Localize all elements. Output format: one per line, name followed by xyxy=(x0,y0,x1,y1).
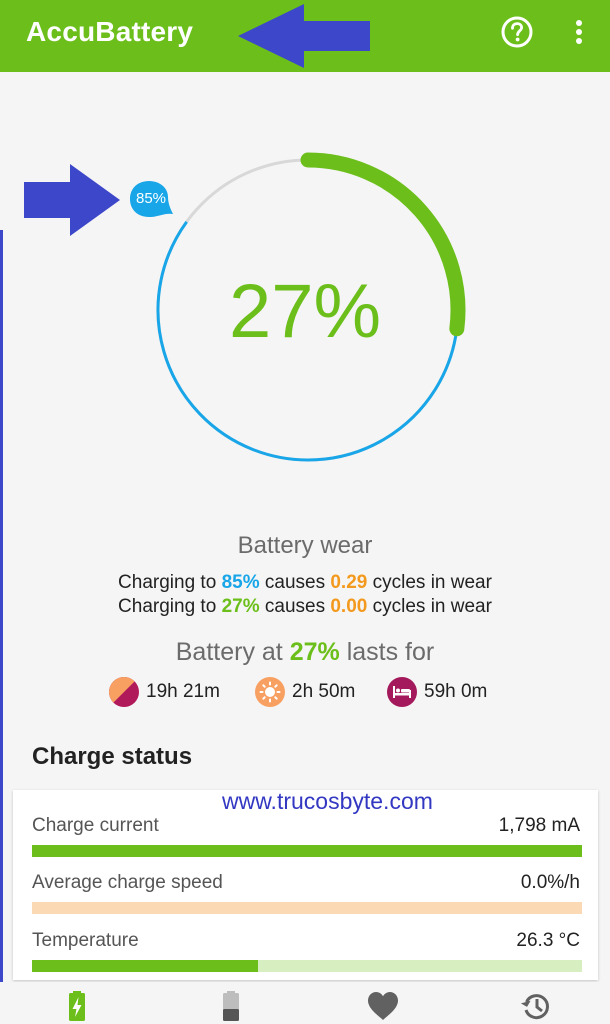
average-charge-speed-value: 0.0%/h xyxy=(520,872,580,893)
help-circle-icon[interactable] xyxy=(500,15,534,49)
battery-lasts-title: Battery at 27% lasts for xyxy=(175,638,435,666)
charge-current-label: Charge current xyxy=(32,815,159,836)
charge-current-value: 1,798 mA xyxy=(498,815,580,836)
battery-charging-icon[interactable] xyxy=(64,990,90,1022)
battery-wear-title: Battery wear xyxy=(237,532,373,559)
temperature-label: Temperature xyxy=(32,930,139,951)
charge-target-label: 85% xyxy=(135,190,167,207)
sleep-bed-icon xyxy=(387,677,417,707)
lasts-item-sleep: 59h 0m xyxy=(386,674,487,710)
wear-line-27: Charging to 27% causes 0.00 cycles in we… xyxy=(118,596,492,617)
average-charge-speed-label: Average charge speed xyxy=(32,872,223,893)
screen-on-off-icon xyxy=(109,677,139,707)
screen-on-sun-icon xyxy=(255,677,285,707)
app-title: AccuBattery xyxy=(26,16,194,47)
more-vert-icon[interactable] xyxy=(568,16,590,50)
charge-current-bar xyxy=(32,845,582,857)
app-bar: AccuBattery xyxy=(0,0,610,72)
bottom-navigation xyxy=(0,982,610,1024)
lasts-item-screen-on: 2h 50m xyxy=(254,674,355,710)
history-icon[interactable] xyxy=(520,990,552,1022)
temperature-value: 26.3 °C xyxy=(516,930,580,951)
charge-current-bar-fill xyxy=(32,845,582,857)
lasts-estimates: 19h 21m 2h 50m 59h 0m xyxy=(0,674,610,710)
battery-icon[interactable] xyxy=(218,990,244,1022)
temperature-bar xyxy=(32,960,582,972)
pointer-arrow-left-icon xyxy=(238,4,370,68)
pointer-arrow-right-icon xyxy=(24,164,120,236)
charge-status-title: Charge status xyxy=(32,743,193,770)
average-charge-speed-bar xyxy=(32,902,582,914)
lasts-item-screen-mixed: 19h 21m xyxy=(108,674,220,710)
wear-line-85: Charging to 85% causes 0.29 cycles in we… xyxy=(118,572,492,593)
heart-icon[interactable] xyxy=(366,990,400,1022)
temperature-bar-fill xyxy=(32,960,258,972)
watermark-text: www.trucosbyte.com xyxy=(222,788,433,814)
battery-percent: 27% xyxy=(228,269,382,354)
